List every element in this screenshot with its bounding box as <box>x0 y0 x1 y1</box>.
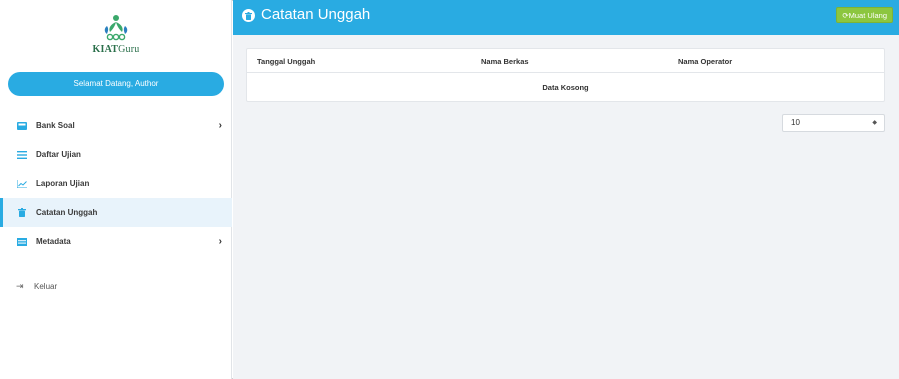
table-empty-state: Data Kosong <box>542 83 589 92</box>
reload-button-label: Muat Ulang <box>848 11 887 20</box>
brand-name-bold: KIAT <box>92 44 119 55</box>
main-content: Catatan Unggah ⟳Muat Ulang Tanggal Ungga… <box>233 0 899 379</box>
sidebar: KIATGuru Selamat Datang, Author Bank Soa… <box>0 0 232 379</box>
select-caret-icon: ◆ <box>872 120 877 126</box>
sidebar-item-label: Bank Soal <box>36 121 75 130</box>
kiat-guru-logo-icon <box>104 15 128 41</box>
brand-name: KIATGuru <box>0 44 232 55</box>
trash-icon <box>242 9 255 22</box>
sidebar-item-metadata[interactable]: Metadata › <box>0 227 232 256</box>
brand-logo: KIATGuru <box>0 14 232 55</box>
logout-label: Keluar <box>34 282 58 291</box>
reload-button[interactable]: ⟳Muat Ulang <box>836 7 893 23</box>
inbox-tray-icon <box>16 121 27 131</box>
page-header: Catatan Unggah ⟳Muat Ulang <box>233 0 899 35</box>
list-icon <box>16 150 27 160</box>
page-size-value: 10 <box>791 118 800 127</box>
sidebar-item-label: Daftar Ujian <box>36 150 81 159</box>
trash-icon <box>16 208 27 218</box>
column-header-tanggal-unggah[interactable]: Tanggal Unggah <box>257 57 315 66</box>
sign-out-icon: ⇥ <box>16 281 24 291</box>
column-header-nama-operator[interactable]: Nama Operator <box>678 57 732 66</box>
sidebar-item-laporan-ujian[interactable]: Laporan Ujian <box>0 169 232 198</box>
sidebar-item-bank-soal[interactable]: Bank Soal › <box>0 111 232 140</box>
brand-name-regular: Guru <box>118 44 140 55</box>
chevron-right-icon: › <box>218 236 222 247</box>
column-header-nama-berkas[interactable]: Nama Berkas <box>481 57 529 66</box>
sidebar-item-daftar-ujian[interactable]: Daftar Ujian <box>0 140 232 169</box>
sidebar-item-label: Metadata <box>36 237 71 246</box>
sidebar-item-label: Laporan Ujian <box>36 179 90 188</box>
welcome-banner: Selamat Datang, Author <box>8 72 224 96</box>
table-header: Tanggal Unggah Nama Berkas Nama Operator <box>247 49 884 73</box>
sidebar-item-catatan-unggah[interactable]: Catatan Unggah <box>0 198 232 227</box>
table-icon <box>16 237 27 247</box>
sidebar-nav: Bank Soal › Daftar Ujian Laporan Ujian C… <box>0 111 232 256</box>
chevron-right-icon: › <box>218 120 222 131</box>
page-size-select[interactable]: 10 ◆ <box>782 114 885 132</box>
line-chart-icon <box>16 179 27 189</box>
upload-log-table: Tanggal Unggah Nama Berkas Nama Operator… <box>246 48 885 102</box>
sidebar-item-label: Catatan Unggah <box>36 208 98 217</box>
logout-link[interactable]: ⇥ Keluar <box>16 281 57 292</box>
page-title: Catatan Unggah <box>261 6 371 23</box>
